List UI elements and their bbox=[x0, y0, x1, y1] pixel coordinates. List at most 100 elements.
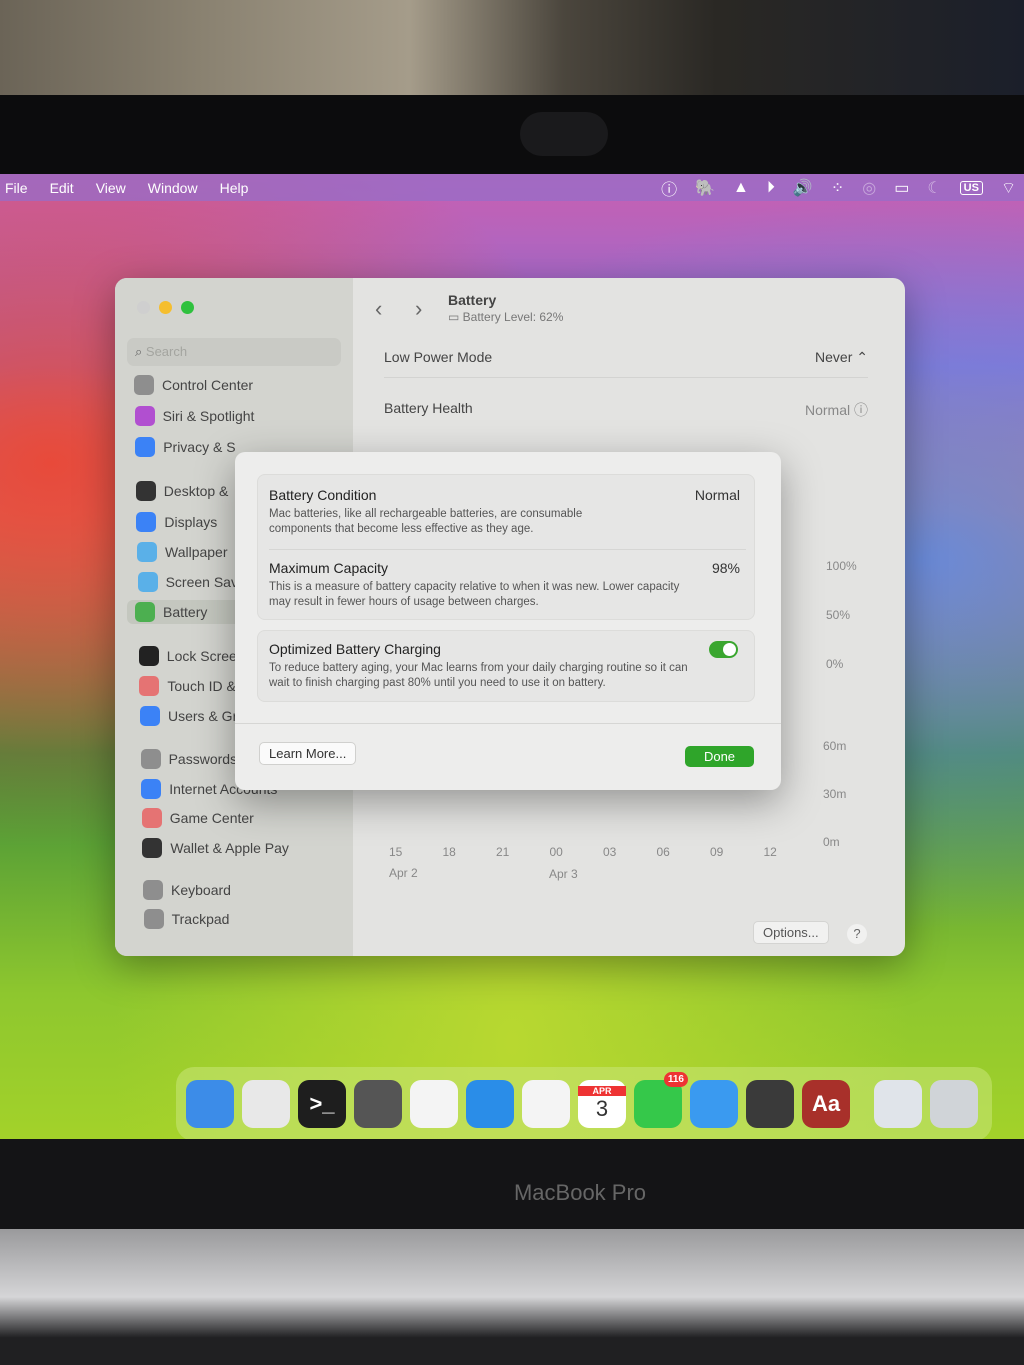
low-power-select[interactable]: Never ⌃ bbox=[815, 349, 868, 366]
sidebar-item-siri-spotlight[interactable]: Siri & Spotlight bbox=[134, 404, 255, 428]
back-button[interactable]: ‹ bbox=[375, 296, 382, 322]
sidebar-item-users-gr[interactable]: Users & Gr bbox=[140, 704, 237, 728]
sidebar-item-wallpaper[interactable]: Wallpaper bbox=[137, 540, 228, 564]
help-button[interactable]: ? bbox=[847, 924, 867, 944]
dock-trash-icon[interactable] bbox=[930, 1080, 978, 1128]
dock-mail-icon[interactable] bbox=[690, 1080, 738, 1128]
zoom-button[interactable] bbox=[181, 301, 194, 314]
forward-button[interactable]: › bbox=[415, 296, 422, 322]
sidebar-item-label: Control Center bbox=[162, 377, 254, 393]
battery-condition: Battery Condition Normal Mac batteries, … bbox=[269, 487, 746, 537]
laptop-brand-label: MacBook Pro bbox=[513, 1180, 647, 1205]
done-button[interactable]: Done bbox=[685, 746, 754, 767]
input-source[interactable]: US bbox=[959, 181, 983, 195]
close-button[interactable] bbox=[137, 301, 150, 314]
airdrop-icon[interactable]: ◎ bbox=[862, 178, 876, 198]
wifi-icon[interactable]: ⌔ bbox=[1001, 178, 1016, 198]
dock-terminal-icon[interactable]: >_ bbox=[298, 1080, 346, 1128]
sidebar-item-icon bbox=[140, 749, 161, 769]
sidebar-item-icon bbox=[135, 437, 156, 457]
divider bbox=[384, 377, 868, 378]
sidebar-item-trackpad[interactable]: Trackpad bbox=[143, 907, 230, 931]
sidebar-item-label: Users & Gr bbox=[168, 708, 238, 724]
sidebar-item-passwords[interactable]: Passwords bbox=[140, 747, 237, 771]
sidebar-item-icon bbox=[140, 706, 160, 726]
sidebar-item-privacy-s[interactable]: Privacy & S bbox=[135, 435, 236, 459]
battery-small-icon: ▭ bbox=[448, 310, 463, 324]
learn-more-button[interactable]: Learn More... bbox=[259, 742, 357, 765]
search-input[interactable]: ⌕ Search bbox=[127, 338, 341, 366]
sidebar-item-game-center[interactable]: Game Center bbox=[141, 806, 254, 830]
dock-documents-icon[interactable] bbox=[874, 1080, 922, 1128]
battery-level: ▭ Battery Level: 62% bbox=[448, 310, 563, 324]
hour-label: 06 bbox=[656, 845, 670, 859]
optimized-charging-toggle[interactable] bbox=[709, 641, 738, 658]
dock-vscode-icon[interactable] bbox=[410, 1080, 458, 1128]
hour-label: 09 bbox=[710, 845, 724, 859]
sidebar-item-label: Lock Scree bbox=[166, 648, 237, 664]
divider bbox=[269, 549, 746, 550]
info-icon[interactable]: ⓘ bbox=[854, 402, 868, 418]
sidebar-item-wallet-apple-pay[interactable]: Wallet & Apple Pay bbox=[142, 836, 289, 860]
dots-icon[interactable]: ⁘ bbox=[831, 178, 844, 198]
battery-info-card: Battery Condition Normal Mac batteries, … bbox=[257, 474, 755, 620]
sidebar-item-icon bbox=[134, 406, 155, 426]
axis-label: 0m bbox=[823, 835, 840, 849]
volume-icon[interactable]: 🔊 bbox=[793, 178, 813, 198]
low-power-row: Low Power Mode Never ⌃ bbox=[384, 349, 868, 366]
menu-window[interactable]: Window bbox=[137, 180, 209, 196]
sidebar-item-icon bbox=[137, 542, 157, 562]
sidebar-item-keyboard[interactable]: Keyboard bbox=[143, 878, 231, 902]
minimize-button[interactable] bbox=[159, 301, 172, 314]
sidebar-item-icon bbox=[141, 808, 162, 828]
sidebar-item-icon bbox=[142, 838, 163, 858]
dock-calendar-icon[interactable]: APR 3 bbox=[578, 1080, 626, 1128]
options-button[interactable]: Options... bbox=[753, 921, 829, 944]
condition-value: Normal bbox=[694, 487, 740, 503]
elephant-icon[interactable]: 🐘 bbox=[695, 178, 715, 198]
dock-messages-icon[interactable]: 116 bbox=[634, 1072, 688, 1128]
battery-health-value: Normal bbox=[804, 402, 851, 418]
sidebar-item-displays[interactable]: Displays bbox=[136, 510, 217, 534]
dock-safari-icon[interactable] bbox=[466, 1080, 514, 1128]
sidebar-item-lock-scree[interactable]: Lock Scree bbox=[138, 644, 237, 668]
sidebar-item-label: Siri & Spotlight bbox=[162, 408, 255, 424]
axis-label: 0% bbox=[826, 657, 844, 671]
sidebar-item-label: Keyboard bbox=[171, 882, 231, 898]
triangle-icon[interactable]: ▲ bbox=[733, 179, 749, 197]
sidebar-item-icon bbox=[135, 602, 155, 622]
dock-finder-icon[interactable] bbox=[186, 1080, 234, 1128]
hour-label: 18 bbox=[442, 845, 456, 859]
dock-slack-icon[interactable] bbox=[522, 1080, 570, 1128]
axis-label: 60m bbox=[823, 739, 847, 753]
1password-icon[interactable]: ⓘ bbox=[661, 176, 677, 200]
search-icon: ⌕ bbox=[135, 344, 146, 359]
sidebar-item-screen-sav[interactable]: Screen Sav bbox=[137, 570, 238, 594]
menu-file[interactable]: File bbox=[0, 180, 39, 196]
condition-title: Battery Condition bbox=[269, 487, 377, 503]
date-label: Apr 3 bbox=[549, 867, 578, 881]
menu-edit[interactable]: Edit bbox=[39, 180, 85, 196]
dock-calculator-icon[interactable] bbox=[746, 1080, 794, 1128]
sidebar-item-touch-id[interactable]: Touch ID & bbox=[139, 674, 236, 698]
battery-icon[interactable]: ▭ bbox=[894, 178, 909, 198]
sidebar-item-control-center[interactable]: Control Center bbox=[134, 373, 253, 397]
axis-label: 100% bbox=[826, 559, 857, 573]
dock-launchpad-icon[interactable] bbox=[242, 1080, 290, 1128]
sidebar-item-icon bbox=[137, 572, 158, 592]
dock-dictionary-icon[interactable]: Aa bbox=[802, 1080, 850, 1128]
axis-label: 50% bbox=[826, 608, 851, 622]
capacity-value: 98% bbox=[711, 560, 740, 576]
maximum-capacity: Maximum Capacity 98% This is a measure o… bbox=[269, 560, 746, 610]
sidebar-item-desktop[interactable]: Desktop & bbox=[135, 479, 228, 503]
battery-health-row: Battery Health Normal ⓘ bbox=[384, 400, 868, 420]
play-icon[interactable]: ⏵ bbox=[767, 179, 775, 197]
axis-label: 30m bbox=[823, 787, 847, 801]
sidebar-item-icon bbox=[136, 512, 157, 532]
dock-system-settings-icon[interactable] bbox=[354, 1080, 402, 1128]
sidebar-item-label: Trackpad bbox=[171, 911, 230, 927]
menu-view[interactable]: View bbox=[85, 180, 137, 196]
dock-glyph: Aa bbox=[811, 1091, 841, 1116]
moon-icon[interactable]: ☾ bbox=[927, 178, 941, 198]
menu-help[interactable]: Help bbox=[209, 180, 260, 196]
